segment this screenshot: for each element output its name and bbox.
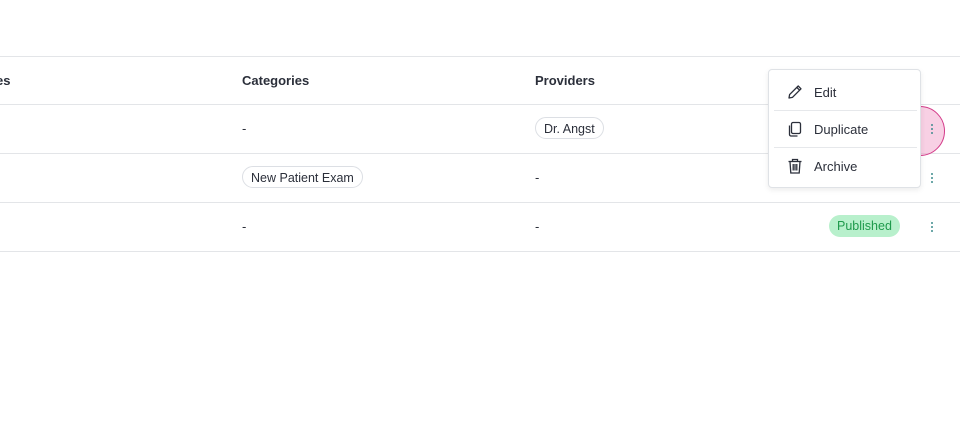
copy-icon bbox=[786, 120, 804, 138]
provider-value: - bbox=[535, 170, 540, 185]
status-badge: Published bbox=[829, 215, 900, 237]
menu-item-duplicate[interactable]: Duplicate bbox=[769, 111, 920, 147]
menu-item-edit[interactable]: Edit bbox=[769, 74, 920, 110]
category-tag: New Patient Exam bbox=[242, 166, 363, 188]
menu-item-label: Archive bbox=[814, 158, 858, 174]
column-header-providers[interactable]: Providers bbox=[535, 73, 595, 89]
page: es Categories Providers - Dr. Angst New … bbox=[0, 0, 960, 441]
trash-icon bbox=[786, 157, 804, 175]
provider-value: - bbox=[535, 219, 540, 234]
menu-item-label: Edit bbox=[814, 84, 837, 100]
table-top-border bbox=[0, 56, 960, 57]
table-bottom-border bbox=[0, 251, 960, 252]
pencil-icon bbox=[786, 83, 804, 101]
row-actions-button[interactable] bbox=[922, 215, 942, 239]
category-value: - bbox=[242, 121, 247, 136]
provider-tag: Dr. Angst bbox=[535, 117, 604, 139]
row-actions-button[interactable] bbox=[922, 166, 942, 190]
menu-item-label: Duplicate bbox=[814, 121, 869, 137]
menu-item-archive[interactable]: Archive bbox=[769, 148, 920, 184]
row-actions-menu: Edit Duplicate Archive bbox=[768, 69, 921, 188]
row-actions-button[interactable] bbox=[922, 117, 942, 141]
column-header-name[interactable]: es bbox=[0, 73, 10, 89]
category-value: - bbox=[242, 219, 247, 234]
column-header-categories[interactable]: Categories bbox=[242, 73, 309, 89]
row-divider bbox=[0, 202, 960, 203]
